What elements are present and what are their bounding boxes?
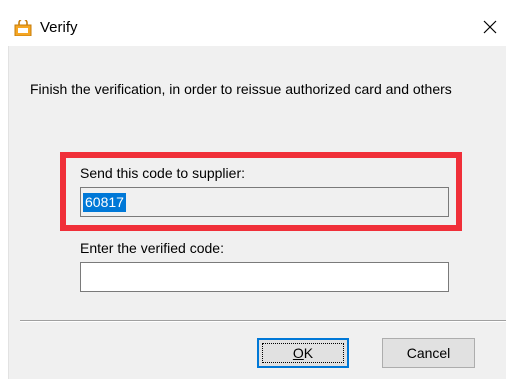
verified-code-input[interactable]	[80, 262, 449, 292]
title-bar: Verify	[0, 0, 506, 46]
ok-label: OK	[293, 345, 313, 361]
ok-mnemonic: O	[292, 345, 304, 361]
window-title: Verify	[40, 19, 78, 36]
ok-button[interactable]: OK	[257, 338, 349, 368]
button-separator	[20, 320, 506, 322]
ok-label-rest: K	[303, 345, 314, 361]
instruction-text: Finish the verification, in order to rei…	[30, 81, 452, 97]
verified-code-label: Enter the verified code:	[80, 240, 224, 256]
highlight-annotation	[60, 152, 462, 231]
cancel-label: Cancel	[406, 345, 451, 361]
cancel-button[interactable]: Cancel	[382, 338, 475, 368]
close-button[interactable]	[478, 14, 502, 40]
app-lock-icon	[14, 20, 32, 36]
close-icon	[483, 20, 497, 34]
